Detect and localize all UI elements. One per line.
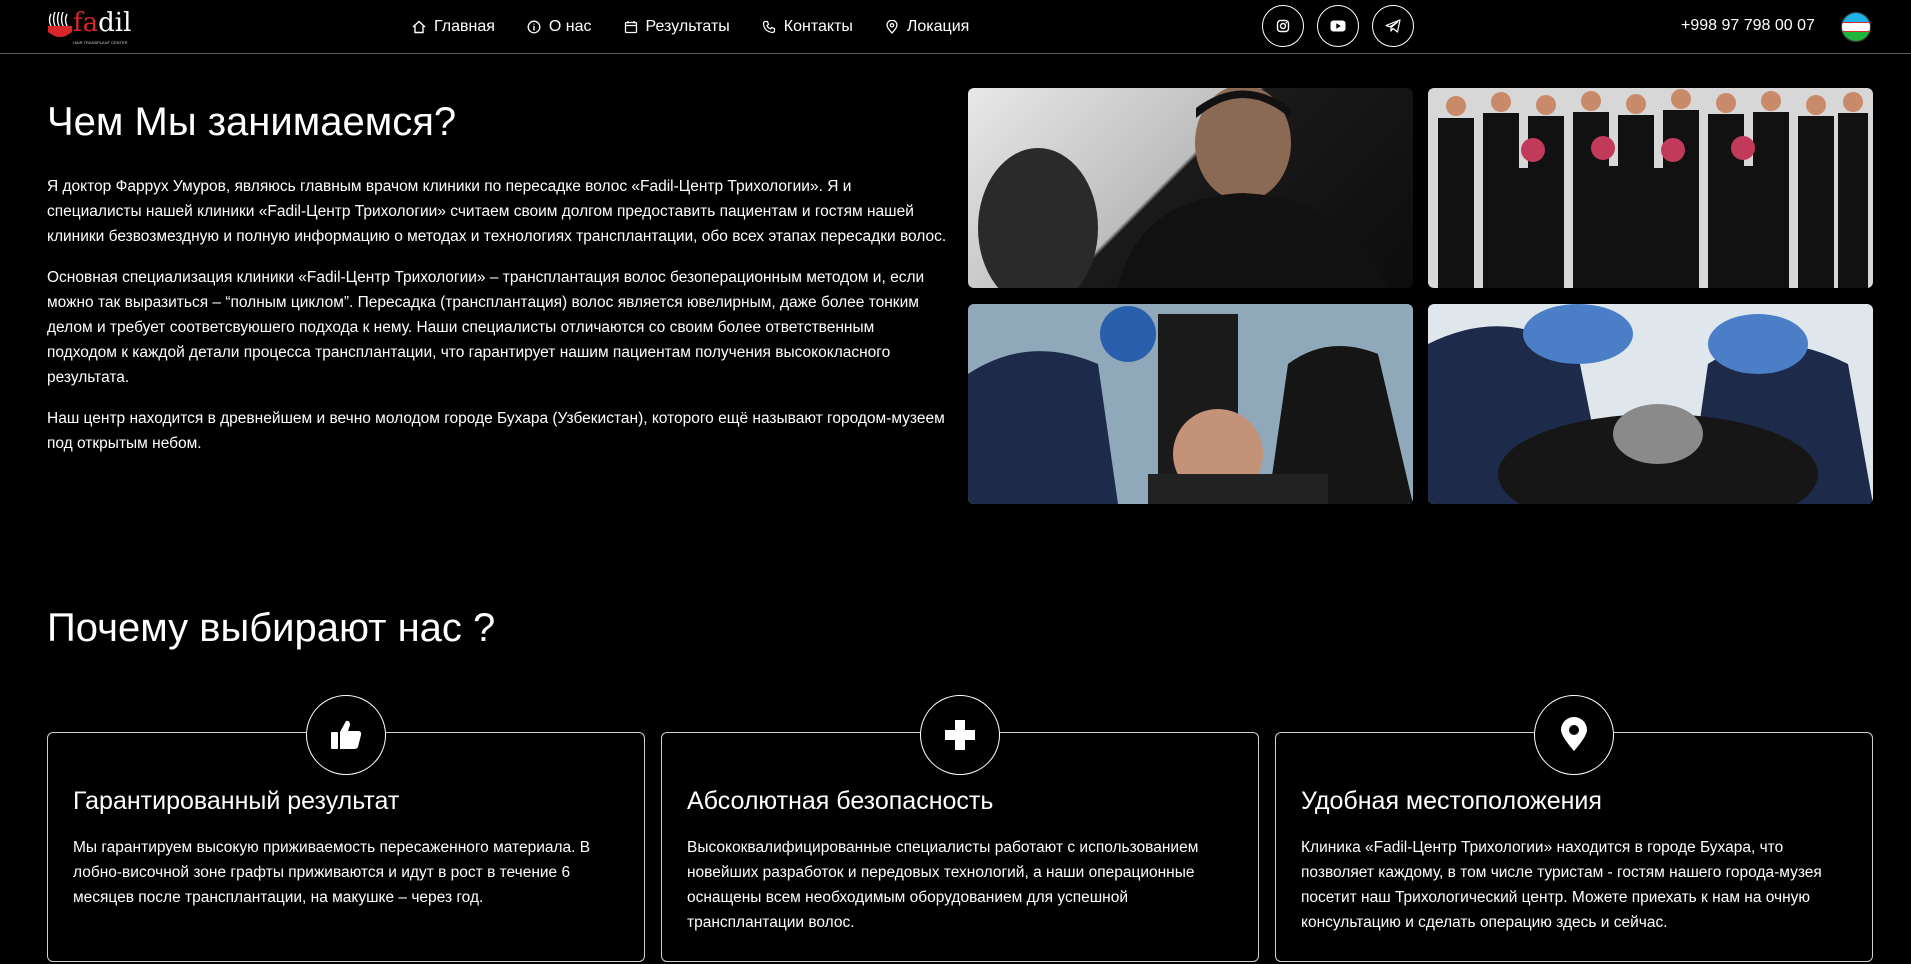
nav-label: Локация xyxy=(906,18,970,35)
feature-icon-circle xyxy=(306,695,386,775)
nav-item-home[interactable]: Главная xyxy=(412,18,495,36)
about-title: Чем Мы занимаемся? xyxy=(47,100,457,144)
photo-team xyxy=(1428,88,1873,288)
home-icon xyxy=(412,20,426,34)
about-paragraph: Наш центр находится в древнейшем и вечно… xyxy=(47,410,945,452)
logo-mark-icon xyxy=(48,12,72,37)
nav-label: Контакты xyxy=(783,18,853,35)
feature-title: Гарантированный результат xyxy=(73,787,400,815)
nav-item-location[interactable]: Локация xyxy=(885,18,969,36)
logo-text: fadil xyxy=(73,8,132,38)
surgery-image xyxy=(968,304,1413,504)
phone-icon xyxy=(762,20,775,34)
about-paragraph: Основная специализация клиники «Fadil-Це… xyxy=(47,269,925,386)
feature-icon-circle xyxy=(1534,695,1614,775)
feature-text: Мы гарантируем высокую приживаемость пер… xyxy=(73,839,591,906)
calendar-icon xyxy=(624,21,637,34)
nav-item-results[interactable]: Результаты xyxy=(624,18,730,36)
feature-title: Удобная местоположения xyxy=(1301,787,1602,815)
youtube-icon xyxy=(1330,20,1346,32)
info-icon xyxy=(527,20,541,34)
feature-title: Абсолютная безопасность xyxy=(687,787,994,815)
photo-surgery-2 xyxy=(1428,304,1873,504)
feature-text: Высококвалифицированные специалисты рабо… xyxy=(687,839,1199,931)
instagram-button[interactable] xyxy=(1262,5,1304,47)
nav-label: Главная xyxy=(434,18,495,35)
nav-label: О нас xyxy=(548,18,592,35)
language-flag[interactable] xyxy=(1841,12,1871,42)
about-paragraph: Я доктор Фаррух Умуров, являюсь главным … xyxy=(47,178,947,245)
site-header: fadil HAIR TRANSPLANT CENTER Главная О н… xyxy=(0,0,1911,54)
nav-item-contacts[interactable]: Контакты xyxy=(762,18,853,36)
about-text: Я доктор Фаррух Умуров, являюсь главным … xyxy=(47,174,947,472)
feature-text: Клиника «Fadil-Центр Трихологии» находит… xyxy=(1301,839,1822,931)
logo-subtitle: HAIR TRANSPLANT CENTER xyxy=(73,40,128,45)
telegram-icon xyxy=(1385,19,1401,33)
main-nav: Главная О нас Результаты Контакты Локаци… xyxy=(412,0,1001,54)
why-title: Почему выбирают нас ? xyxy=(47,606,496,650)
photo-doctor-at-desk xyxy=(968,88,1413,288)
location-pin-icon xyxy=(886,20,898,34)
doctor-image xyxy=(978,88,1388,288)
logo[interactable]: fadil HAIR TRANSPLANT CENTER xyxy=(47,8,131,45)
surgery-image xyxy=(1428,304,1873,504)
nav-label: Результаты xyxy=(645,18,730,35)
nav-item-about[interactable]: О нас xyxy=(527,18,592,36)
telegram-button[interactable] xyxy=(1372,5,1414,47)
thumbs-up-icon xyxy=(331,720,362,749)
youtube-button[interactable] xyxy=(1317,5,1359,47)
feature-icon-circle xyxy=(920,695,1000,775)
team-image xyxy=(1438,89,1868,288)
plus-icon xyxy=(945,720,975,750)
instagram-icon xyxy=(1276,19,1290,33)
photo-surgery-1 xyxy=(968,304,1413,504)
location-pin-icon xyxy=(1561,717,1587,751)
phone-number[interactable]: +998 97 798 00 07 xyxy=(1681,17,1815,35)
